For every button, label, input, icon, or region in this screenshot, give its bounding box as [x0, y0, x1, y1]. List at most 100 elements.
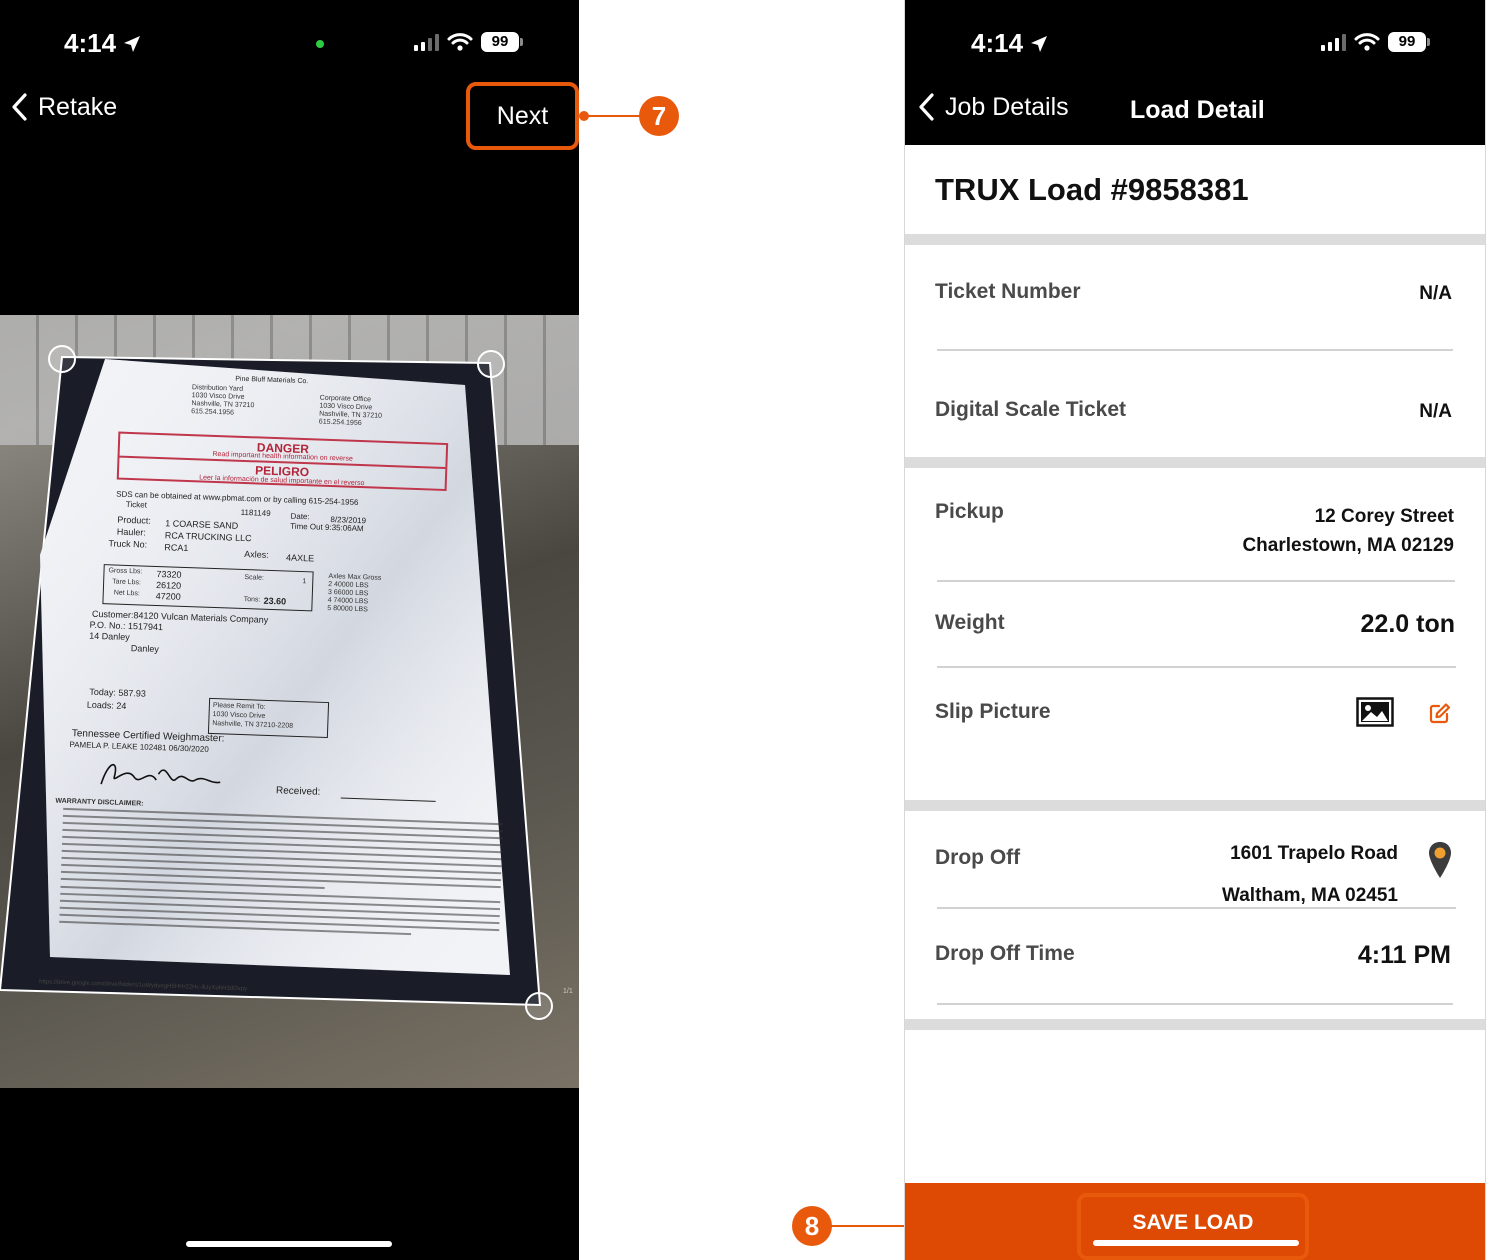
retake-button[interactable]: Retake [10, 92, 117, 122]
remit-block: Please Remit To: 1030 Visco Drive Nashvi… [212, 701, 294, 731]
sds-line: SDS can be obtained at www.pbmat.com or … [116, 489, 359, 507]
received-label: Received: [275, 785, 321, 798]
back-to-job-details-button[interactable]: Job Details [917, 92, 1069, 122]
tare-label: Tare Lbs: [112, 578, 142, 587]
edit-icon[interactable] [1429, 702, 1451, 724]
ticket-office-block: Corporate Office 1030 Visco Drive Nashvi… [319, 395, 383, 429]
row-divider [937, 1003, 1453, 1005]
weight-label: Weight [935, 611, 1005, 634]
load-detail-screen: 4:14 99 Job Details Load Detail TRUX Loa… [904, 0, 1486, 1260]
home-indicator [1093, 1240, 1299, 1246]
status-time: 4:14 [971, 28, 1049, 59]
warranty-heading: WARRANTY DISCLAIMER: [55, 797, 144, 808]
axles-max-row: 5 80000 LBS [327, 604, 368, 614]
digital-scale-ticket-value[interactable]: N/A [1419, 401, 1452, 423]
axles-value: 4AXLE [285, 552, 315, 564]
ticket-label: Ticket [125, 499, 148, 510]
axles-max-block: Axles Max Gross 2 40000 LBS 3 66000 LBS … [327, 573, 381, 615]
ticket-content: Pine Bluff Materials Co. Distribution Ya… [39, 368, 503, 992]
location-arrow-icon [1031, 36, 1048, 52]
crop-handle-top-right[interactable] [477, 350, 505, 378]
next-button[interactable]: Next [466, 82, 579, 150]
ticket-number: 1181149 [240, 507, 271, 518]
chevron-left-icon [12, 93, 27, 121]
hauler-value: RCA TRUCKING LLC [164, 530, 252, 544]
page-title: Load Detail [1130, 96, 1265, 124]
signal-icon [414, 33, 439, 51]
location-arrow-icon [124, 36, 141, 52]
save-load-label: SAVE LOAD [1132, 1210, 1254, 1234]
signal-icon [1321, 33, 1346, 51]
section-separator [905, 1019, 1485, 1030]
chevron-left-icon [919, 93, 934, 121]
pickup-city: Charlestown, MA 02129 [1242, 535, 1454, 556]
product-value: 1 COARSE SAND [165, 518, 239, 531]
pickup-label: Pickup [935, 500, 1004, 523]
remit-line: Nashville, TN 37210-2208 [212, 720, 294, 730]
status-icons: 99 [1321, 32, 1430, 52]
po-extra-1: 14 Danley [89, 630, 130, 643]
status-time-text: 4:14 [971, 28, 1024, 58]
save-load-button[interactable]: SAVE LOAD [1077, 1193, 1309, 1260]
image-icon[interactable] [1356, 697, 1394, 727]
digital-scale-ticket-label: Digital Scale Ticket [935, 398, 1127, 421]
remit-box: Please Remit To: 1030 Visco Drive Nashvi… [207, 697, 330, 739]
gross-label: Gross Lbs: [108, 567, 143, 576]
status-time: 4:14 [64, 28, 142, 59]
product-label: Product: [117, 514, 152, 526]
wifi-icon [447, 33, 473, 51]
date-label: Date: [290, 511, 310, 522]
received-line [340, 797, 436, 802]
today-line: Today: 587.93 [89, 686, 146, 699]
status-bar: 4:14 99 [0, 0, 579, 80]
drop-off-time-value[interactable]: 4:11 PM [1358, 941, 1451, 970]
row-divider [937, 666, 1456, 668]
warranty-fine-print [59, 807, 503, 943]
tons-value: 23.60 [263, 595, 287, 607]
weight-value[interactable]: 22.0 ton [1361, 610, 1455, 639]
page-number: 1/1 [563, 988, 573, 995]
loads-line: Loads: 24 [86, 699, 127, 712]
back-label: Job Details [945, 92, 1069, 121]
document-crop-area[interactable]: Pine Bluff Materials Co. Distribution Ya… [0, 345, 553, 1020]
status-time-text: 4:14 [64, 28, 117, 58]
row-divider [937, 580, 1455, 582]
camera-indicator-dot [316, 40, 324, 48]
status-icons: 99 [414, 32, 523, 52]
time-out: Time Out 9:35:06AM [290, 521, 364, 534]
home-indicator [186, 1241, 392, 1247]
drop-off-label: Drop Off [935, 846, 1021, 869]
crop-handle-bottom-right[interactable] [525, 992, 553, 1020]
load-title: TRUX Load #9858381 [935, 172, 1249, 207]
truck-label: Truck No: [108, 538, 148, 550]
app-header: 4:14 99 Job Details Load Detail [905, 0, 1485, 145]
pickup-address: 12 Corey Street Charlestown, MA 02129 [1242, 502, 1454, 560]
po-extra-2: Danley [130, 643, 160, 655]
wifi-icon [1354, 33, 1380, 51]
callout-7-badge: 7 [639, 96, 679, 136]
battery-icon: 99 [481, 32, 523, 52]
scale-label: Scale: [244, 574, 264, 582]
slip-picture-label: Slip Picture [935, 700, 1051, 723]
tons-label: Tons: [243, 596, 261, 604]
crop-handle-top-left[interactable] [48, 345, 76, 373]
section-separator [905, 234, 1485, 245]
callout-7-line [583, 115, 643, 117]
callout-8-badge: 8 [792, 1206, 832, 1246]
row-divider [937, 907, 1456, 909]
drop-off-street: 1601 Trapelo Road [1230, 843, 1398, 864]
battery-icon: 99 [1388, 32, 1430, 52]
net-value: 47200 [155, 590, 181, 602]
ticket-number-value[interactable]: N/A [1419, 283, 1452, 305]
callout-7-dot [579, 111, 589, 121]
truck-value: RCA1 [164, 542, 189, 554]
drop-off-address: 1601 Trapelo Road Waltham, MA 02451 [1222, 833, 1398, 917]
map-pin-icon[interactable] [1427, 840, 1453, 880]
ticket-company: Pine Bluff Materials Co. [235, 375, 309, 386]
retake-label: Retake [38, 92, 118, 121]
scale-value: 1 [302, 578, 307, 586]
pickup-street: 12 Corey Street [1314, 506, 1454, 527]
ticket-number-label: Ticket Number [935, 280, 1081, 303]
row-divider [937, 349, 1453, 351]
section-separator [905, 800, 1485, 811]
